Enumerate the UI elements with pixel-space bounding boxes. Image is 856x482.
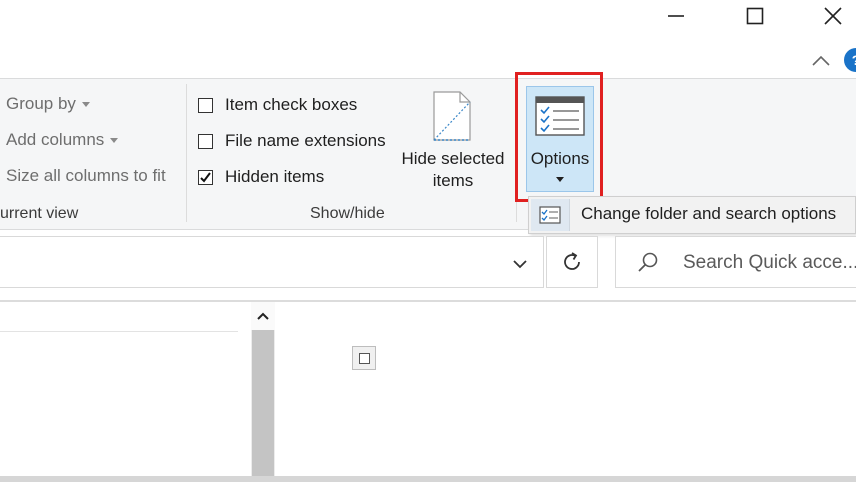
hidden-items-toggle[interactable]: Hidden items: [198, 167, 324, 187]
add-columns-button[interactable]: Add columns: [6, 130, 119, 150]
file-name-extensions-checkbox[interactable]: [198, 133, 213, 149]
ribbon-group-divider: [186, 84, 187, 222]
chevron-up-icon: [257, 312, 269, 320]
chevron-down-icon: [81, 102, 90, 108]
minimize-button[interactable]: [652, 0, 700, 32]
current-view-group-label: urrent view: [0, 205, 79, 222]
file-name-extensions-label: File name extensions: [225, 131, 386, 150]
status-bar-edge: [0, 476, 856, 482]
refresh-icon: [564, 252, 580, 270]
chevron-down-icon: [513, 260, 527, 269]
help-glyph: ?: [852, 52, 856, 68]
nav-divider: [0, 331, 238, 332]
checkmark-icon: [200, 171, 211, 183]
address-history-button[interactable]: [506, 252, 534, 276]
nav-scrollbar-thumb[interactable]: [252, 330, 274, 476]
title-bar: [0, 0, 856, 34]
folder-options-item-icon-area: [531, 199, 570, 231]
close-icon: [824, 7, 842, 25]
show-hide-group-label: Show/hide: [310, 205, 385, 222]
hidden-items-label: Hidden items: [225, 167, 325, 186]
hide-selected-items-button[interactable]: Hide selected items: [398, 86, 508, 192]
group-by-button[interactable]: Group by: [6, 94, 90, 114]
maximize-icon: [746, 7, 764, 25]
help-button[interactable]: ?: [844, 48, 856, 72]
maximize-button[interactable]: [731, 0, 779, 32]
hide-selected-label-line1: Hide selected: [401, 149, 505, 168]
checkbox-square-icon: [358, 352, 370, 364]
select-all-checkbox[interactable]: [352, 346, 376, 370]
search-placeholder: Search Quick acce...: [683, 252, 856, 273]
item-check-boxes-checkbox[interactable]: [198, 97, 213, 113]
close-button[interactable]: [809, 0, 856, 32]
options-highlight-box: [515, 72, 603, 202]
file-name-extensions-toggle[interactable]: File name extensions: [198, 131, 386, 151]
address-bar[interactable]: [0, 236, 544, 288]
file-list-pane: [276, 302, 856, 476]
chevron-up-icon: [812, 55, 830, 66]
group-by-label: Group by: [6, 94, 76, 113]
size-all-columns-button[interactable]: Size all columns to fit: [6, 166, 166, 186]
item-check-boxes-toggle[interactable]: Item check boxes: [198, 95, 357, 115]
chevron-down-icon: [110, 138, 119, 144]
search-icon: [638, 252, 658, 272]
refresh-button[interactable]: [546, 236, 598, 288]
hidden-items-checkbox[interactable]: [198, 169, 213, 185]
ribbon-collapse-button[interactable]: [808, 48, 834, 74]
folder-options-icon: [539, 206, 561, 224]
hide-selected-label-line2: items: [432, 171, 474, 190]
item-check-boxes-label: Item check boxes: [225, 95, 358, 114]
hide-document-icon: [433, 91, 471, 141]
options-dropdown-menu: Change folder and search options: [528, 196, 856, 234]
scroll-up-button[interactable]: [251, 302, 275, 330]
change-folder-options-menu-item[interactable]: Change folder and search options: [581, 204, 836, 224]
size-all-columns-label: Size all columns to fit: [6, 166, 166, 185]
minimize-icon: [668, 15, 684, 17]
add-columns-label: Add columns: [6, 130, 105, 149]
navigation-pane: [0, 302, 250, 482]
